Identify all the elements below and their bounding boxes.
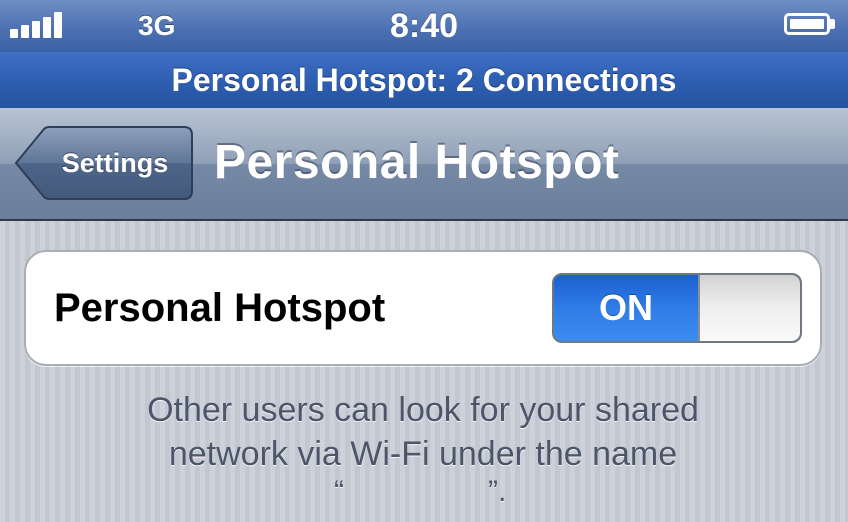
hotspot-footer-text: Other users can look for your shared net… <box>24 388 822 508</box>
status-bar: 3G 8:40 <box>0 0 848 52</box>
network-name-line: “ ”. <box>24 475 822 520</box>
settings-back-button[interactable]: Settings <box>14 126 194 200</box>
footer-line-1: Other users can look for your shared <box>147 391 699 429</box>
page-title: Personal Hotspot <box>214 136 620 189</box>
back-button-label: Settings <box>61 148 169 178</box>
navigation-bar: Settings Personal Hotspot <box>0 108 848 221</box>
personal-hotspot-cell: Personal Hotspot ON <box>24 250 822 366</box>
battery-full-icon <box>784 13 830 35</box>
battery-tip <box>830 19 835 29</box>
network-name-close-quote: ”. <box>488 475 507 508</box>
toggle-knob[interactable] <box>698 275 800 341</box>
network-name-open-quote: “ <box>334 475 344 508</box>
personal-hotspot-label: Personal Hotspot <box>54 286 386 330</box>
toggle-on-label: ON <box>599 287 653 328</box>
status-time: 8:40 <box>389 7 459 45</box>
hotspot-connections-banner[interactable]: Personal Hotspot: 2 Connections <box>0 52 848 109</box>
personal-hotspot-toggle[interactable]: ON <box>552 273 802 343</box>
footer-line-2: network via Wi-Fi under the name <box>168 435 678 473</box>
